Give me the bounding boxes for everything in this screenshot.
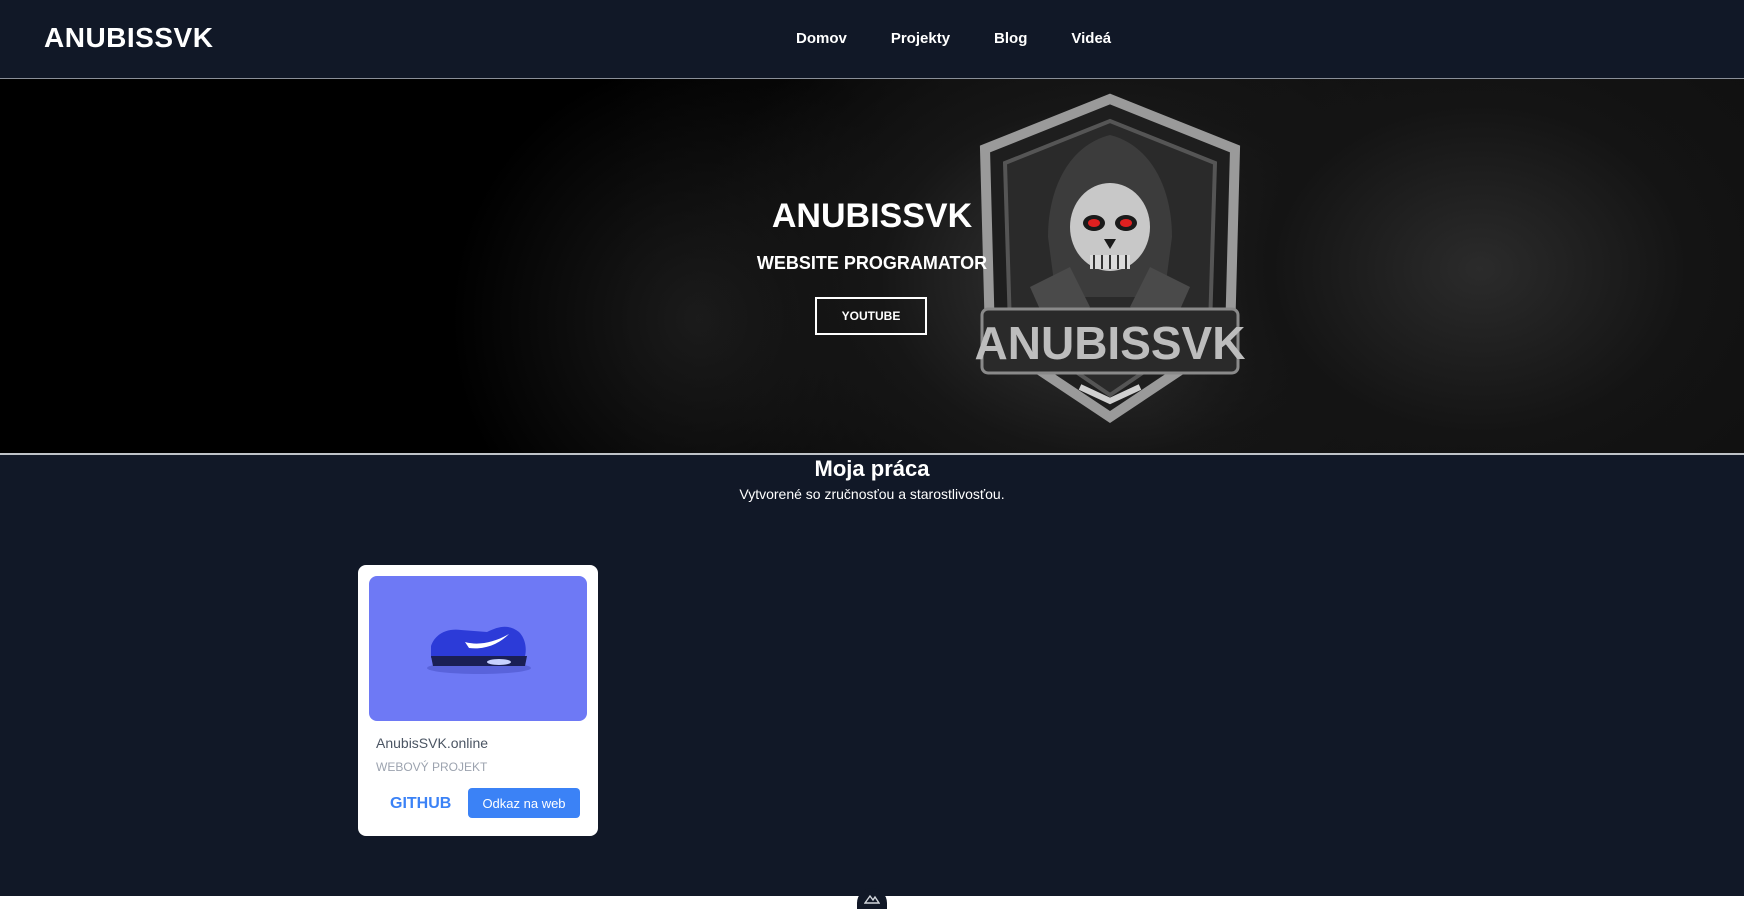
mountain-icon (864, 894, 880, 904)
hero-subtitle: WEBSITE PROGRAMATOR (756, 253, 988, 273)
github-link[interactable]: GITHUB (390, 795, 451, 813)
sneaker-icon (427, 626, 531, 674)
main-nav: Domov Projekty Blog Videá (796, 30, 1111, 47)
project-card: AnubisSVK.online WEBOVÝ PROJEKT GITHUB O… (358, 565, 598, 836)
nav-link-videa[interactable]: Videá (1071, 30, 1111, 47)
project-tag: WEBOVÝ PROJEKT (376, 760, 488, 774)
youtube-button[interactable]: YOUTUBE (815, 297, 927, 335)
project-title: AnubisSVK.online (376, 735, 489, 751)
hero-banner: ANUBISSVK ANUBISSVK WEBSITE PROGRAMATOR … (0, 78, 1744, 455)
hero-title: ANUBISSVK (771, 197, 973, 235)
nav-link-domov[interactable]: Domov (796, 30, 847, 47)
navbar: ANUBISSVK Domov Projekty Blog Videá (0, 0, 1744, 79)
work-section-title: Moja práca (814, 456, 930, 481)
web-link-button[interactable]: Odkaz na web (468, 788, 580, 818)
nav-link-projekty[interactable]: Projekty (891, 30, 950, 47)
project-image (369, 576, 587, 721)
work-section-subtitle: Vytvorené so zručnosťou a starostlivosťo… (739, 486, 1005, 502)
devtools-badge[interactable] (857, 888, 887, 909)
svg-text:ANUBISSVK: ANUBISSVK (975, 317, 1246, 369)
brand-logo[interactable]: ANUBISSVK (44, 22, 213, 54)
nav-link-blog[interactable]: Blog (994, 30, 1027, 47)
